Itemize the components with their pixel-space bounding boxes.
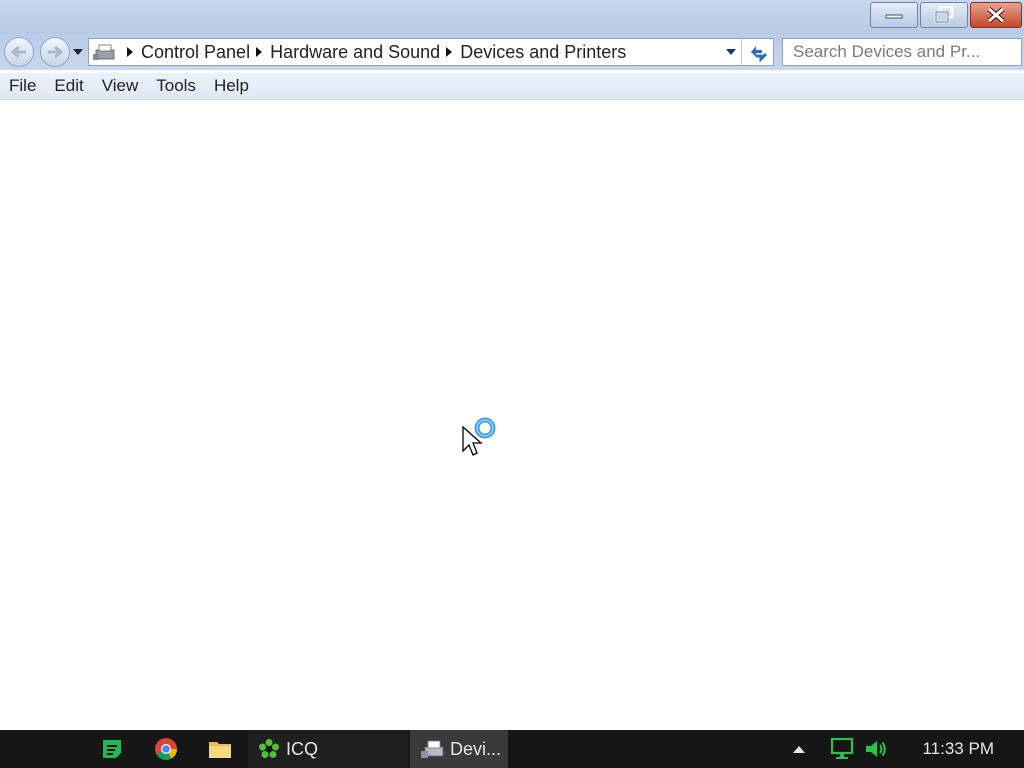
- breadcrumb-separator-icon[interactable]: [127, 47, 133, 57]
- forward-button[interactable]: [40, 37, 70, 67]
- back-arrow-icon: [10, 45, 26, 59]
- minimize-button[interactable]: [870, 2, 918, 28]
- menu-file[interactable]: File: [0, 76, 45, 96]
- network-icon[interactable]: [830, 737, 856, 761]
- forward-arrow-icon: [48, 45, 64, 59]
- back-button[interactable]: [4, 37, 34, 67]
- window-titlebar[interactable]: [0, 0, 1024, 34]
- taskbar-item-label: Devi...: [450, 738, 502, 759]
- window-controls: [870, 2, 1022, 30]
- menu-bar: File Edit View Tools Help: [0, 73, 1024, 100]
- volume-icon[interactable]: [864, 738, 888, 760]
- restore-button[interactable]: [920, 2, 968, 28]
- taskbar-item-icq[interactable]: ICQ: [248, 730, 408, 768]
- taskbar-item-label: ICQ: [286, 738, 319, 759]
- close-icon: [987, 7, 1005, 23]
- breadcrumb-hardware-and-sound[interactable]: Hardware and Sound: [270, 42, 440, 63]
- menu-help[interactable]: Help: [205, 76, 258, 96]
- notes-app-icon[interactable]: [100, 737, 124, 761]
- address-history-dropdown-icon[interactable]: [725, 48, 737, 56]
- breadcrumb-control-panel[interactable]: Control Panel: [141, 42, 250, 63]
- close-button[interactable]: [970, 2, 1022, 28]
- system-tray: [792, 730, 888, 768]
- divider: [741, 39, 742, 65]
- search-placeholder: Search Devices and Pr...: [793, 42, 981, 61]
- address-box[interactable]: Control Panel Hardware and Sound Devices…: [88, 38, 774, 66]
- breadcrumb-separator-icon[interactable]: [446, 47, 453, 57]
- busy-pointer-icon: [462, 417, 496, 456]
- chevron-up-icon[interactable]: [792, 744, 806, 754]
- icq-icon: [259, 739, 279, 758]
- menu-view[interactable]: View: [93, 76, 148, 96]
- breadcrumb-separator-icon[interactable]: [256, 47, 263, 57]
- folder-icon[interactable]: [208, 737, 232, 761]
- search-input[interactable]: Search Devices and Pr...: [782, 38, 1022, 66]
- breadcrumb: Control Panel Hardware and Sound Devices…: [121, 39, 626, 65]
- refresh-icon[interactable]: [747, 42, 769, 62]
- restore-icon: [934, 6, 954, 24]
- devices-content-area[interactable]: [0, 100, 1024, 730]
- devices-printers-icon: [93, 44, 115, 60]
- chrome-icon[interactable]: [154, 737, 178, 761]
- navigation-bar: Control Panel Hardware and Sound Devices…: [0, 34, 1024, 70]
- breadcrumb-devices-and-printers[interactable]: Devices and Printers: [460, 42, 626, 63]
- taskbar: ICQ Devi... 11:33 PM: [0, 730, 1024, 768]
- menu-edit[interactable]: Edit: [45, 76, 92, 96]
- menu-tools[interactable]: Tools: [147, 76, 205, 96]
- taskbar-clock[interactable]: 11:33 PM: [922, 730, 994, 768]
- recent-pages-dropdown-icon[interactable]: [72, 48, 84, 56]
- devices-printers-icon: [421, 740, 444, 758]
- minimize-icon: [885, 14, 903, 19]
- taskbar-item-devices[interactable]: Devi...: [410, 730, 508, 768]
